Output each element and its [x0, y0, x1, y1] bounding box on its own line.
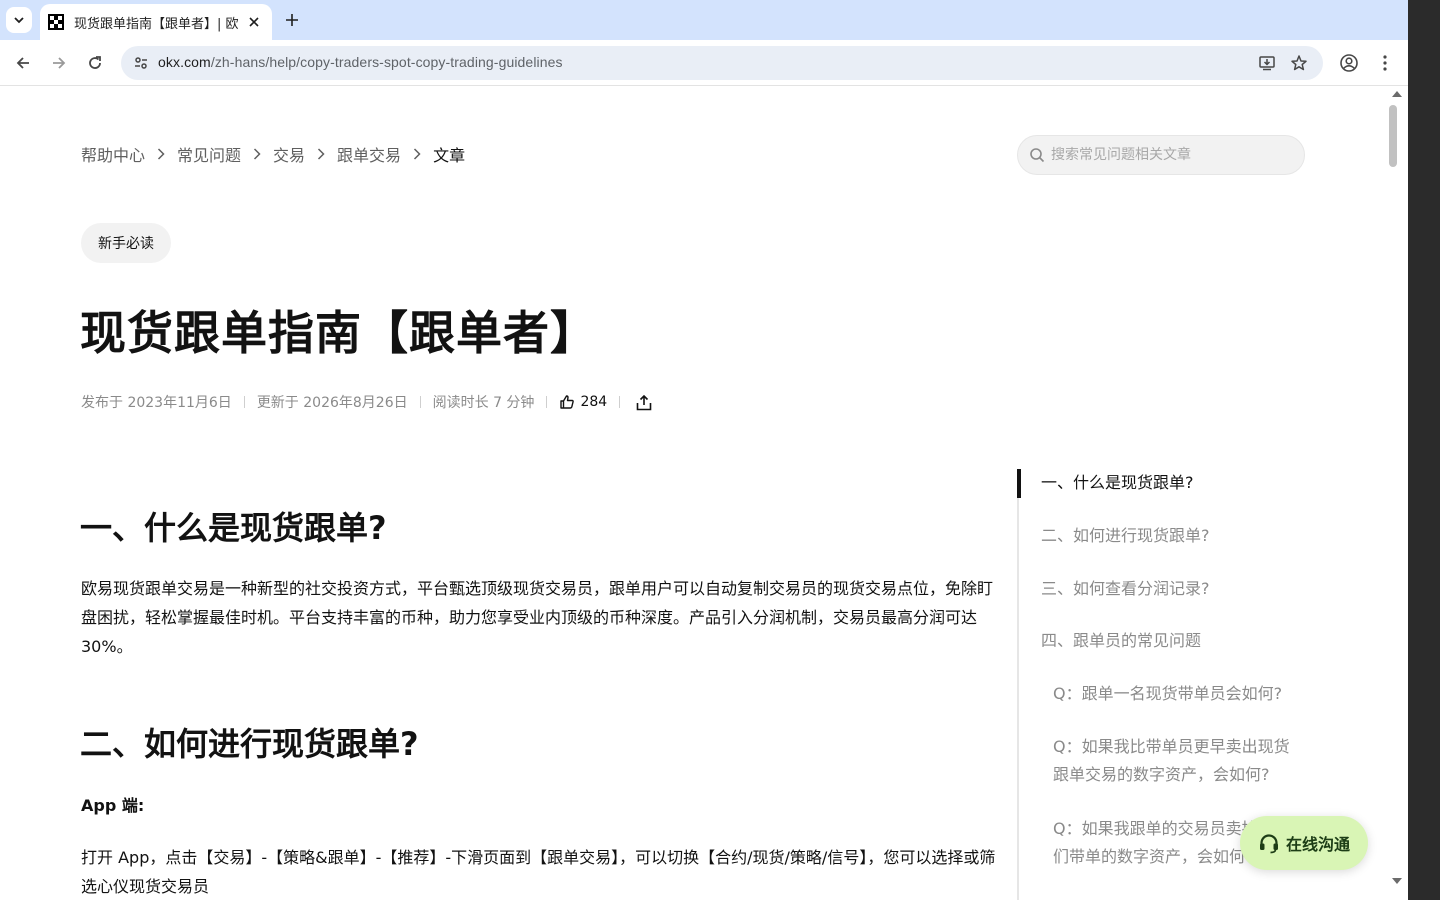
bookmark-star-icon[interactable] [1287, 51, 1311, 75]
chat-button-label: 在线沟通 [1285, 835, 1350, 854]
browser-toolbar: okx.com/zh-hans/help/copy-traders-spot-c… [0, 40, 1408, 86]
section-1-body: 欧易现货跟单交易是一种新型的社交投资方式，平台甄选顶级现货交易员，跟单用户可以自… [81, 579, 994, 656]
share-icon [636, 394, 652, 410]
chevron-right-icon [241, 148, 273, 160]
tab-close-icon[interactable] [244, 12, 264, 32]
site-info-icon[interactable] [129, 51, 153, 75]
profile-button[interactable] [1335, 49, 1363, 77]
scroll-thumb[interactable] [1389, 105, 1397, 167]
arrow-right-icon [53, 57, 66, 69]
online-chat-button[interactable]: 在线沟通 [1240, 816, 1368, 870]
back-button[interactable] [9, 49, 37, 77]
help-search-box[interactable] [1017, 135, 1305, 175]
okx-favicon-icon [48, 14, 64, 30]
page-scrollbar[interactable] [1386, 87, 1408, 900]
tab-title: 现货跟单指南【跟单者】| 欧 [74, 16, 239, 32]
read-time: 阅读时长 7 分钟 [432, 395, 535, 411]
new-tab-button[interactable] [280, 8, 304, 32]
chevron-down-icon [14, 17, 24, 24]
breadcrumb-faq[interactable]: 常见问题 [177, 142, 241, 166]
search-input[interactable] [1051, 144, 1291, 166]
browser-menu-button[interactable] [1371, 49, 1399, 77]
breadcrumb-article: 文章 [433, 146, 466, 165]
scroll-up-arrow-icon[interactable] [1392, 91, 1402, 97]
toc-item-section-1[interactable]: 一、什么是现货跟单? [1041, 469, 1194, 497]
breadcrumb: 帮助中心 常见问题 交易 跟单交易 文章 [81, 143, 465, 165]
reload-icon [89, 56, 101, 69]
toc-active-indicator [1017, 469, 1021, 498]
section-2-body: 打开 App，点击【交易】-【策略&跟单】-【推荐】-下滑页面到【跟单交易】，可… [81, 848, 996, 896]
meta-divider [619, 396, 621, 408]
more-vertical-icon [1383, 55, 1387, 71]
toc-subitem-1[interactable]: Q：跟单一名现货带单员会如何? [1053, 680, 1299, 708]
url-text: okx.com/zh-hans/help/copy-traders-spot-c… [158, 54, 563, 70]
active-tab[interactable]: 现货跟单指南【跟单者】| 欧 [40, 4, 272, 40]
tab-search-button[interactable] [6, 7, 32, 33]
reload-button[interactable] [81, 49, 109, 77]
breadcrumb-help-center[interactable]: 帮助中心 [81, 142, 145, 166]
breadcrumb-copy-trading[interactable]: 跟单交易 [337, 142, 401, 166]
install-app-icon[interactable] [1255, 51, 1279, 75]
section-2-heading: 二、如何进行现货跟单? [80, 725, 419, 763]
tab-bar: 现货跟单指南【跟单者】| 欧 [0, 0, 1408, 40]
chevron-right-icon [305, 148, 337, 160]
profile-icon [1340, 54, 1358, 72]
chevron-right-icon [145, 148, 177, 160]
scroll-down-arrow-icon[interactable] [1392, 878, 1402, 884]
article-title: 现货跟单指南【跟单者】 [80, 306, 597, 360]
toc-item-section-4[interactable]: 四、跟单员的常见问题 [1041, 627, 1201, 655]
meta-divider [419, 396, 421, 408]
plus-icon [286, 14, 298, 26]
search-icon [1028, 146, 1046, 164]
like-button[interactable]: 284 [559, 394, 607, 410]
meta-divider [243, 396, 245, 408]
share-button[interactable] [634, 392, 654, 412]
toc-item-section-2[interactable]: 二、如何进行现货跟单? [1041, 522, 1210, 550]
meta-divider [546, 396, 548, 408]
toc-track [1017, 469, 1019, 900]
article-meta: 发布于 2023年11月6日 更新于 2026年8月26日 阅读时长 7 分钟 … [81, 390, 654, 414]
beginner-tag[interactable]: 新手必读 [81, 223, 171, 263]
thumbs-up-icon [560, 395, 575, 409]
browser-window: 现货跟单指南【跟单者】| 欧 okx.com/zh-hans/help/copy… [0, 0, 1408, 900]
updated-date: 更新于 2026年8月26日 [256, 395, 408, 411]
chevron-right-icon [401, 148, 433, 160]
desktop-background [1408, 0, 1440, 900]
published-date: 发布于 2023年11月6日 [81, 395, 232, 411]
like-count: 284 [580, 394, 608, 410]
toc-item-section-3[interactable]: 三、如何查看分润记录? [1041, 575, 1210, 603]
toc-subitem-2[interactable]: Q：如果我比带单员更早卖出现货跟单交易的数字资产，会如何? [1053, 733, 1299, 789]
headset-icon [1259, 834, 1278, 854]
address-bar[interactable]: okx.com/zh-hans/help/copy-traders-spot-c… [121, 46, 1323, 80]
app-label: App 端: [81, 796, 145, 815]
forward-button[interactable] [45, 49, 73, 77]
web-page: 帮助中心 常见问题 交易 跟单交易 文章 新手必读 现货跟单指南【跟单者】 发布… [0, 87, 1386, 900]
breadcrumb-trading[interactable]: 交易 [273, 142, 305, 166]
section-1-heading: 一、什么是现货跟单? [80, 509, 387, 547]
arrow-left-icon [16, 57, 29, 69]
